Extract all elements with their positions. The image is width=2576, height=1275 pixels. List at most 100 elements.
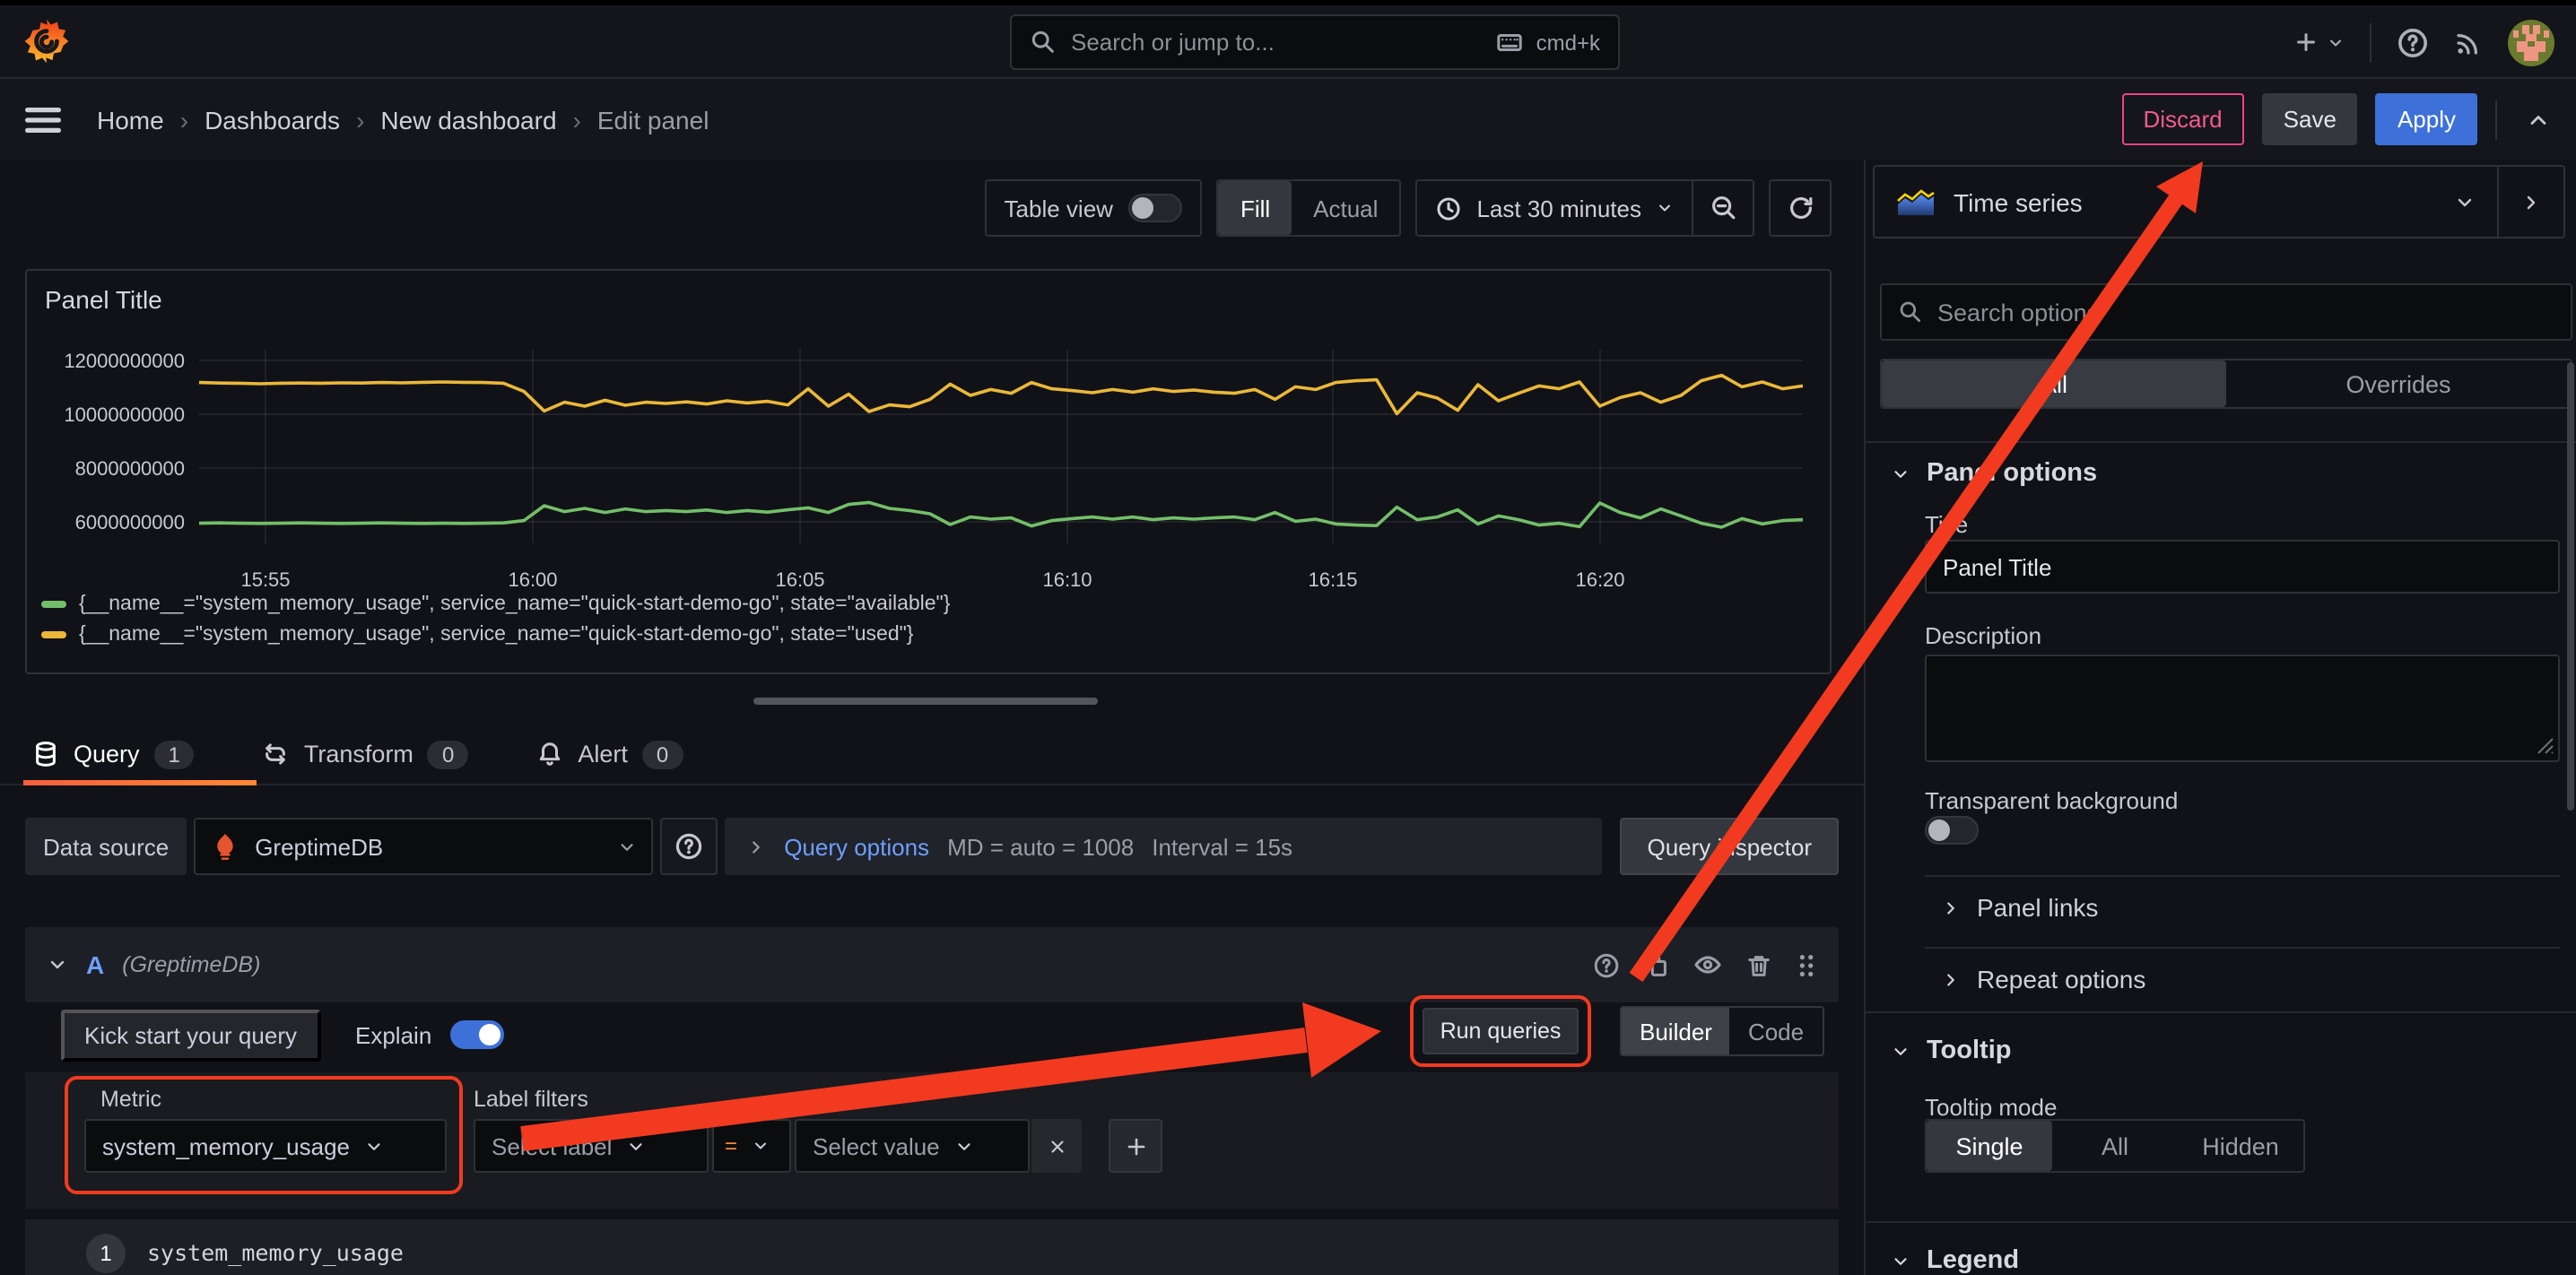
viz-name: Time series xyxy=(1954,187,2083,216)
explain-step-badge: 1 xyxy=(86,1234,126,1273)
panel-title-input[interactable] xyxy=(1925,540,2560,594)
tooltip-all-option[interactable]: All xyxy=(2052,1121,2178,1171)
pane-splitter-handle[interactable] xyxy=(753,698,1098,705)
delete-query-trash-icon[interactable] xyxy=(1745,951,1772,978)
news-rss-icon[interactable] xyxy=(2454,28,2483,56)
query-row-header: A (GreptimeDB) xyxy=(25,927,1839,1002)
panel-links-label: Panel links xyxy=(1977,893,2098,922)
tooltip-hidden-option[interactable]: Hidden xyxy=(2178,1121,2303,1171)
label-filters-label: Label filters xyxy=(474,1087,588,1112)
search-input[interactable] xyxy=(1071,29,1481,56)
query-explain-strip: 1 system_memory_usage Fetch all series m… xyxy=(25,1219,1839,1275)
chevron-up-icon[interactable] xyxy=(2526,107,2551,132)
keyboard-icon xyxy=(1495,29,1526,56)
explain-switch[interactable] xyxy=(449,1020,503,1049)
code-option[interactable]: Code xyxy=(1730,1008,1822,1054)
remove-filter-button[interactable] xyxy=(1031,1119,1082,1173)
panel-options-section[interactable]: Panel options xyxy=(1891,459,2097,488)
bell-icon xyxy=(536,741,563,768)
run-queries-button[interactable]: Run queries xyxy=(1423,1008,1580,1054)
search-icon xyxy=(1898,299,1923,325)
sidebar-scrollbar[interactable] xyxy=(2567,362,2574,811)
chevron-down-icon xyxy=(752,1137,770,1155)
chevron-right-icon xyxy=(1941,898,1961,917)
select-label-dropdown[interactable]: Select label xyxy=(474,1119,709,1173)
menu-hamburger-icon[interactable] xyxy=(25,105,61,134)
hide-query-eye-icon[interactable] xyxy=(1693,950,1722,979)
query-options-label: Query options xyxy=(784,833,929,860)
table-view-switch[interactable] xyxy=(1129,194,1183,222)
discard-button[interactable]: Discard xyxy=(2122,93,2244,145)
chevron-down-icon xyxy=(1891,464,1910,483)
zoom-out-button[interactable] xyxy=(1693,181,1753,235)
breadcrumb-new-dashboard[interactable]: New dashboard xyxy=(380,105,556,134)
chevron-down-icon xyxy=(2454,191,2476,212)
chevron-right-icon xyxy=(1941,969,1961,989)
collapse-sidebar-button[interactable] xyxy=(2497,167,2563,237)
duplicate-query-icon[interactable] xyxy=(1643,951,1670,978)
legend-section[interactable]: Legend xyxy=(1891,1246,2019,1275)
breadcrumb-dashboards[interactable]: Dashboards xyxy=(205,105,340,134)
tab-query[interactable]: Query 1 xyxy=(32,740,195,768)
global-search[interactable]: cmd+k xyxy=(1010,14,1620,70)
description-textarea[interactable] xyxy=(1925,655,2560,762)
tooltip-single-option[interactable]: Single xyxy=(1927,1121,2052,1171)
tab-overrides[interactable]: Overrides xyxy=(2226,360,2571,407)
legend-heading: Legend xyxy=(1927,1246,2019,1275)
options-search-input[interactable] xyxy=(1937,299,2554,325)
operator-dropdown[interactable]: = xyxy=(712,1119,791,1173)
fill-option[interactable]: Fill xyxy=(1219,181,1292,235)
datasource-picker[interactable]: GreptimeDB xyxy=(194,818,653,875)
query-options-collapsed[interactable]: Query options MD = auto = 1008 Interval … xyxy=(725,818,1602,875)
save-button[interactable]: Save xyxy=(2262,93,2358,145)
time-range-picker[interactable]: Last 30 minutes xyxy=(1417,181,1692,235)
transform-icon xyxy=(263,741,290,768)
table-view-toggle[interactable]: Table view xyxy=(985,179,1203,237)
options-filter-tabs: All Overrides xyxy=(1880,359,2572,409)
query-inspector-button[interactable]: Query inspector xyxy=(1620,818,1839,875)
chevron-down-icon xyxy=(617,837,637,856)
query-ref-id[interactable]: A xyxy=(86,950,104,979)
svg-text:10000000000: 10000000000 xyxy=(64,403,185,426)
visualization-select[interactable]: Time series xyxy=(1875,167,2497,237)
repeat-options-section[interactable]: Repeat options xyxy=(1941,965,2145,993)
user-avatar[interactable] xyxy=(2508,19,2554,65)
datasource-help-button[interactable] xyxy=(660,818,718,875)
query-help-icon[interactable] xyxy=(1593,951,1620,978)
tab-transform[interactable]: Transform 0 xyxy=(263,740,468,768)
add-filter-button[interactable] xyxy=(1109,1119,1162,1173)
tab-alert[interactable]: Alert 0 xyxy=(536,740,683,768)
actual-option[interactable]: Actual xyxy=(1292,181,1399,235)
help-icon[interactable] xyxy=(2397,26,2429,58)
chevron-down-icon xyxy=(1656,199,1674,217)
svg-text:16:05: 16:05 xyxy=(775,568,824,591)
chevron-right-icon: › xyxy=(180,105,188,134)
panel-options-heading: Panel options xyxy=(1927,459,2097,488)
grafana-logo-icon[interactable] xyxy=(23,18,70,65)
collapse-chevron-icon[interactable] xyxy=(47,954,68,976)
tab-all[interactable]: All xyxy=(1882,360,2226,407)
breadcrumb-home[interactable]: Home xyxy=(97,105,164,134)
transparent-background-switch[interactable] xyxy=(1925,816,1979,845)
tooltip-section[interactable]: Tooltip xyxy=(1891,1036,2012,1065)
legend-item-available[interactable]: {__name__="system_memory_usage", service… xyxy=(41,594,950,615)
refresh-button[interactable] xyxy=(1771,181,1830,235)
legend-color-chip xyxy=(41,601,66,608)
kick-start-query-button[interactable]: Kick start your query xyxy=(61,1010,320,1062)
builder-option[interactable]: Builder xyxy=(1622,1008,1730,1054)
options-search xyxy=(1880,283,2572,341)
legend-item-used[interactable]: {__name__="system_memory_usage", service… xyxy=(41,624,950,646)
apply-button[interactable]: Apply xyxy=(2376,93,2477,145)
chevron-right-icon xyxy=(746,837,766,856)
select-value-dropdown[interactable]: Select value xyxy=(795,1119,1030,1173)
metric-value: system_memory_usage xyxy=(102,1132,350,1159)
shortcut-hint: cmd+k xyxy=(1536,30,1600,55)
search-icon xyxy=(1030,29,1057,56)
svg-text:16:10: 16:10 xyxy=(1042,568,1092,591)
add-new-button[interactable] xyxy=(2293,29,2345,56)
active-tab-underline xyxy=(23,780,257,785)
tooltip-heading: Tooltip xyxy=(1927,1036,2012,1065)
drag-handle-icon[interactable] xyxy=(1796,951,1817,978)
metric-select[interactable]: system_memory_usage xyxy=(84,1119,447,1173)
panel-links-section[interactable]: Panel links xyxy=(1941,893,2098,922)
